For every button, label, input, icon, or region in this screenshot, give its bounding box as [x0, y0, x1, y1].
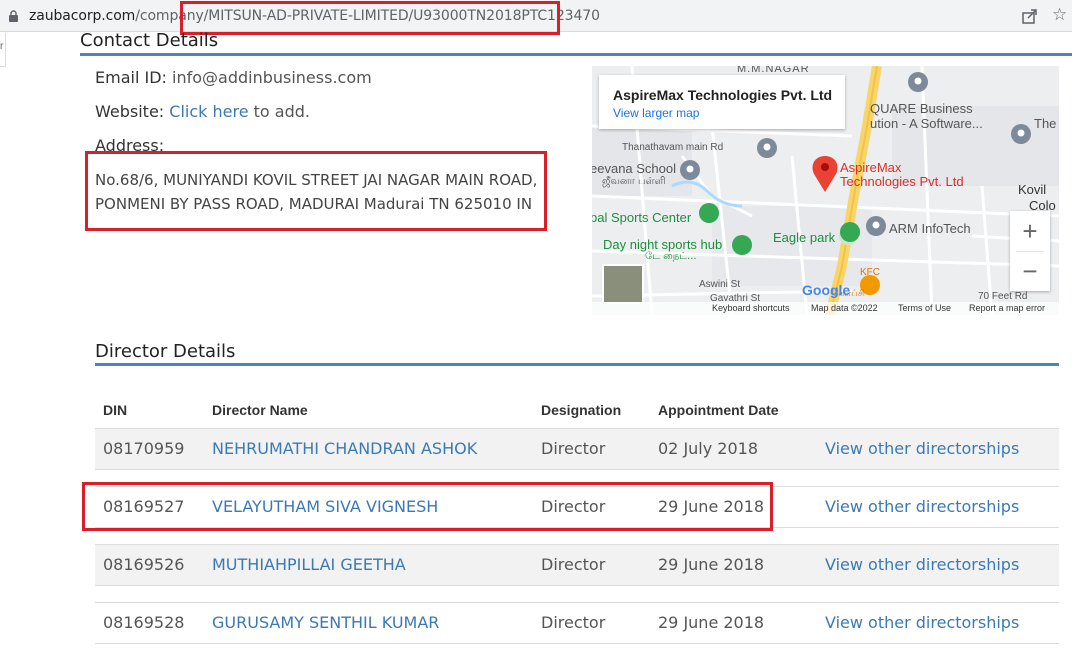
view-other-directorships-link[interactable]: View other directorships: [825, 555, 1019, 574]
director-name-link[interactable]: GURUSAMY SENTHIL KUMAR: [212, 613, 439, 632]
lock-icon: [9, 10, 18, 22]
map-data-text: Map data ©2022: [811, 303, 878, 313]
row-highlight-box: [82, 482, 773, 531]
view-other-directorships-link[interactable]: View other directorships: [825, 497, 1019, 516]
map-label-70-feet: 70 Feet Rd: [978, 291, 1028, 302]
view-other-directorships-link[interactable]: View other directorships: [825, 439, 1019, 458]
map-zoom-control: + −: [1010, 211, 1050, 291]
report-map-error-link[interactable]: Report a map error: [969, 303, 1045, 313]
website-row: Website: Click here to add.: [95, 102, 310, 121]
map-label-thanathavam: Thanathavam main Rd: [622, 142, 724, 153]
bookmark-star-icon[interactable]: ☆: [1052, 5, 1067, 25]
header-appointment-date: Appointment Date: [658, 402, 779, 418]
table-row: 08169528 GURUSAMY SENTHIL KUMAR Director…: [95, 602, 1059, 644]
url-host: zaubacorp.com: [29, 8, 136, 24]
map-label-the: The: [1034, 116, 1057, 131]
map-label-square-2: ution - A Software...: [870, 116, 983, 131]
din-cell: 08170959: [103, 439, 185, 458]
terms-of-use-link[interactable]: Terms of Use: [898, 303, 951, 313]
map-label-eagle: Eagle park: [773, 230, 836, 245]
map-label-square: QUARE Business: [870, 101, 973, 116]
map-pin-label-1: AspireMax: [840, 160, 902, 175]
email-row: Email ID: info@addinbusiness.com: [95, 68, 372, 87]
appointment-date-cell: 29 June 2018: [658, 613, 765, 632]
designation-cell: Director: [541, 613, 606, 632]
director-divider: [95, 363, 1059, 366]
zoom-in-button[interactable]: +: [1010, 211, 1050, 251]
view-other-directorships-link[interactable]: View other directorships: [825, 613, 1019, 632]
address-highlight-box: [85, 151, 547, 231]
map-label-kovil: Kovil: [1018, 182, 1047, 197]
header-designation: Designation: [541, 402, 622, 418]
director-details-title: Director Details: [95, 341, 236, 362]
map-label-school: eevana School: [592, 161, 677, 176]
director-name-link[interactable]: NEHRUMATHI CHANDRAN ASHOK: [212, 439, 477, 458]
map-footer: Keyboard shortcuts Map data ©2022 Terms …: [592, 302, 1059, 315]
website-label: Website:: [95, 102, 165, 121]
contact-details-title: Contact Details: [80, 30, 219, 51]
contact-divider: [80, 53, 1072, 56]
header-din: DIN: [103, 402, 128, 418]
email-label: Email ID:: [95, 68, 167, 87]
table-row: 08170959 NEHRUMATHI CHANDRAN ASHOK Direc…: [95, 428, 1059, 470]
map-label-mm-nagar: M.M.NAGAR: [737, 66, 810, 75]
keyboard-shortcuts-link[interactable]: Keyboard shortcuts: [712, 303, 790, 313]
satellite-toggle-thumbnail[interactable]: [602, 264, 644, 304]
map-label-daynight-ta: டே நைட்...: [645, 251, 697, 262]
map-label-sports: bal Sports Center: [592, 210, 692, 225]
map-place-name: AspireMax Technologies Pvt. Ltd: [613, 87, 833, 103]
designation-cell: Director: [541, 555, 606, 574]
appointment-date-cell: 29 June 2018: [658, 555, 765, 574]
website-add-link[interactable]: Click here: [169, 102, 248, 121]
zoom-out-button[interactable]: −: [1010, 251, 1050, 291]
din-cell: 08169526: [103, 555, 185, 574]
map-label-kfc: KFC: [860, 267, 880, 278]
left-panel-text: r: [0, 41, 4, 52]
map-label-aswini: Aswini St: [699, 279, 741, 290]
embedded-map[interactable]: AspireMax Technologies Pvt. Ltd View lar…: [592, 66, 1059, 315]
map-label-daynight: Day night sports hub: [603, 237, 723, 252]
map-label-arm: ARM InfoTech: [889, 221, 971, 236]
left-panel-edge: r: [0, 33, 6, 67]
designation-cell: Director: [541, 439, 606, 458]
header-director-name: Director Name: [212, 402, 308, 418]
view-larger-map-link[interactable]: View larger map: [613, 106, 699, 120]
din-cell: 08169528: [103, 613, 185, 632]
email-value: info@addinbusiness.com: [172, 68, 372, 87]
map-pin-label-2: Technologies Pvt. Ltd: [840, 174, 964, 189]
table-row: 08169526 MUTHIAHPILLAI GEETHA Director 2…: [95, 544, 1059, 586]
url-highlight-box: [180, 1, 560, 35]
website-suffix: to add.: [253, 102, 310, 121]
map-place-card: AspireMax Technologies Pvt. Ltd View lar…: [599, 75, 845, 129]
map-label-school-ta: ஜீவனா பள்ளி: [602, 176, 666, 187]
appointment-date-cell: 02 July 2018: [658, 439, 759, 458]
director-name-link[interactable]: MUTHIAHPILLAI GEETHA: [212, 555, 406, 574]
google-logo: Google: [802, 282, 851, 298]
share-icon[interactable]: [1021, 7, 1039, 25]
